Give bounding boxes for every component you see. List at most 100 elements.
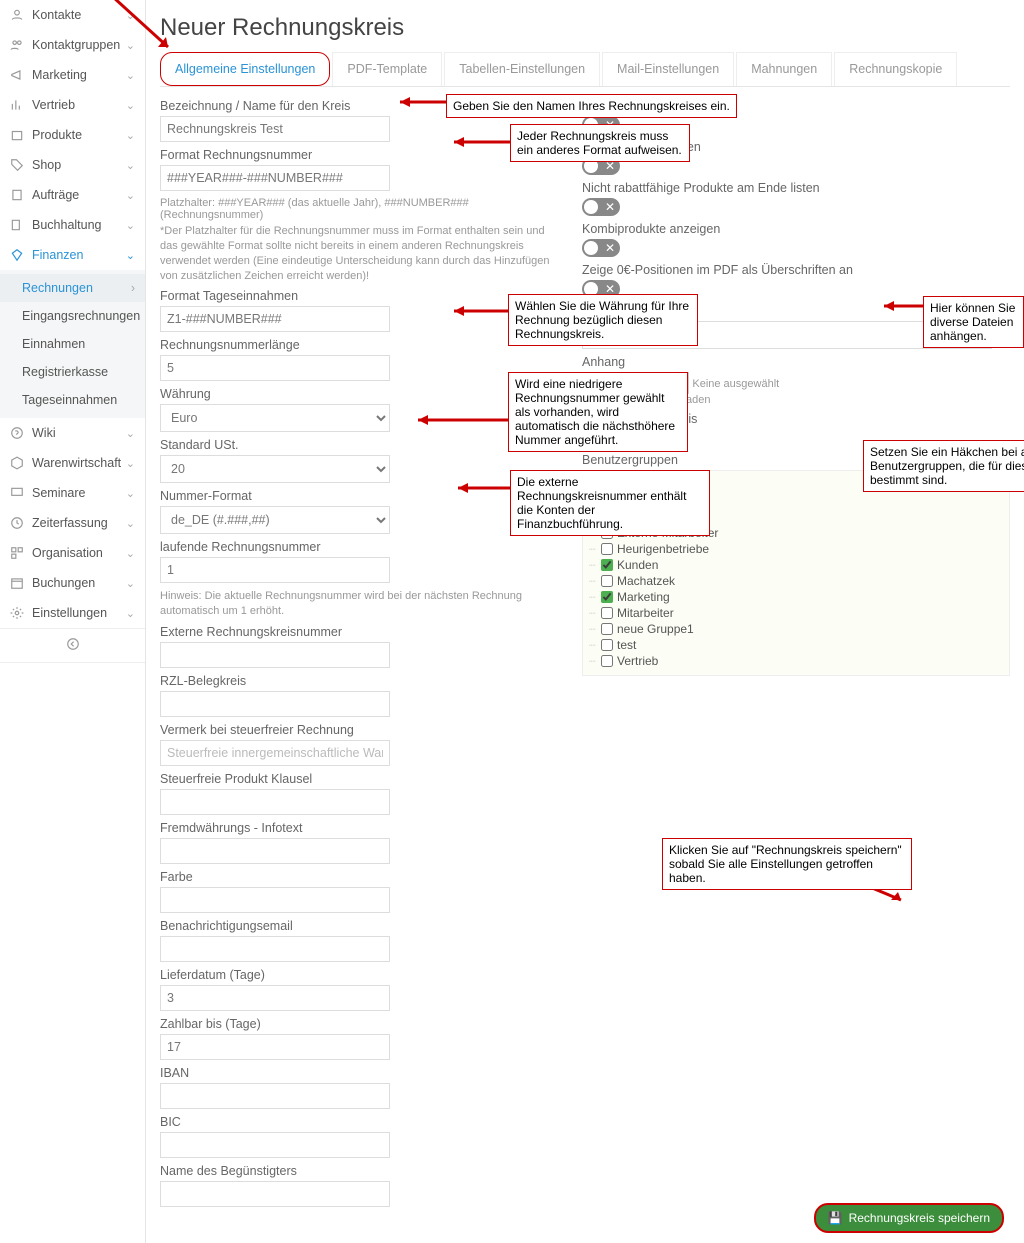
group-label: test (617, 638, 636, 652)
farbe-label: Farbe (160, 870, 560, 884)
megaphone-icon (10, 68, 24, 82)
lieferdatum-label: Lieferdatum (Tage) (160, 968, 560, 982)
diamond-icon (10, 248, 24, 262)
numfmt-select[interactable]: de_DE (#.###,##) (160, 506, 390, 534)
callout-save: Klicken Sie auf "Rechnungskreis speicher… (662, 838, 912, 890)
platzhalter-note: *Der Platzhalter für die Rechnungsnummer… (160, 224, 560, 283)
callout-name: Geben Sie den Namen Ihres Rechnungskreis… (446, 94, 737, 118)
nav-wiki[interactable]: Wiki⌄ (0, 418, 145, 448)
nav-finanzen[interactable]: Finanzen⌄ (0, 240, 145, 270)
group-checkbox[interactable] (601, 559, 613, 571)
waehrung-select[interactable]: Euro (160, 404, 390, 432)
subnav-tageseinnahmen[interactable]: Tageseinnahmen (0, 386, 145, 414)
group-checkbox[interactable] (601, 575, 613, 587)
group-label: Machatzek (617, 574, 675, 588)
callout-externe: Die externe Rechnungskreisnummer enthält… (510, 470, 710, 536)
nav-buchungen[interactable]: Buchungen⌄ (0, 568, 145, 598)
farbe-input[interactable] (160, 887, 390, 913)
nav-einstellungen[interactable]: Einstellungen⌄ (0, 598, 145, 628)
nav-zeiterfassung[interactable]: Zeiterfassung⌄ (0, 508, 145, 538)
nav-seminare[interactable]: Seminare⌄ (0, 478, 145, 508)
kombi-label: Kombiprodukte anzeigen (582, 222, 1010, 236)
group-checkbox[interactable] (601, 591, 613, 603)
email-input[interactable] (160, 936, 390, 962)
format-input[interactable] (160, 165, 390, 191)
annotation-arrow (450, 480, 510, 499)
nav-vertrieb[interactable]: Vertrieb⌄ (0, 90, 145, 120)
annotation-arrow (108, 0, 188, 65)
format-tag-input[interactable] (160, 306, 390, 332)
annotation-arrow (446, 134, 510, 153)
group-label: Marketing (617, 590, 670, 604)
subnav-einnahmen[interactable]: Einnahmen (0, 330, 145, 358)
save-button[interactable]: 💾 Rechnungskreis speichern (814, 1203, 1004, 1233)
ust-label: Standard USt. (160, 438, 560, 452)
callout-nummer: Wird eine niedrigere Rechnungsnummer gew… (508, 372, 688, 452)
tabs: Allgemeine Einstellungen PDF-Template Ta… (160, 52, 1010, 87)
laufende-input[interactable] (160, 557, 390, 583)
rzl-label: RZL-Belegkreis (160, 674, 560, 688)
tag-icon (10, 158, 24, 172)
[interactable] (160, 1181, 390, 1207)
tab-kopie[interactable]: Rechnungskopie (834, 52, 957, 86)
zahlbar-input[interactable] (160, 1034, 390, 1060)
bezeichnung-input[interactable] (160, 116, 390, 142)
group-label: Kunden (617, 558, 658, 572)
iban-label: IBAN (160, 1066, 560, 1080)
callout-groups: Setzen Sie ein Häkchen bei allen Benutze… (863, 440, 1024, 492)
externe-label: Externe Rechnungskreisnummer (160, 625, 560, 639)
main-content: Neuer Rechnungskreis Allgemeine Einstell… (146, 0, 1024, 1243)
callout-currency: Wählen Sie die Währung für Ihre Rechnung… (508, 294, 698, 346)
lieferdatum-input[interactable] (160, 985, 390, 1011)
group-label: Vertrieb (617, 654, 658, 668)
person-icon (10, 8, 24, 22)
sidebar: Kontakte⌄ Kontaktgruppen⌄ Marketing⌄ Ver… (0, 0, 146, 1243)
book-icon (10, 218, 24, 232)
save-icon: 💾 (828, 1211, 843, 1225)
subnav-registrierkasse[interactable]: Registrierkasse (0, 358, 145, 386)
cube-icon (10, 456, 24, 470)
tab-pdf[interactable]: PDF-Template (332, 52, 442, 86)
email-label: Benachrichtigungsemail (160, 919, 560, 933)
group-checkbox[interactable] (601, 655, 613, 667)
vermerk-input[interactable] (160, 740, 390, 766)
nav-shop[interactable]: Shop⌄ (0, 150, 145, 180)
monitor-icon (10, 486, 24, 500)
kombi-toggle[interactable]: ✕ (582, 239, 620, 257)
nav-buchhaltung[interactable]: Buchhaltung⌄ (0, 210, 145, 240)
name-label: Name des Begünstigters (160, 1164, 560, 1178)
nav-auftraege[interactable]: Aufträge⌄ (0, 180, 145, 210)
annotation-arrow (410, 412, 508, 431)
anhang-label: Anhang (582, 355, 1010, 369)
fremd-input[interactable] (160, 838, 390, 864)
nav-organisation[interactable]: Organisation⌄ (0, 538, 145, 568)
tab-tabellen[interactable]: Tabellen-Einstellungen (444, 52, 600, 86)
subnav-rechnungen[interactable]: Rechnungen › (0, 274, 145, 302)
ust-select[interactable]: 20 (160, 455, 390, 483)
group-checkbox[interactable] (601, 639, 613, 651)
file-none-text: Keine ausgewählt (692, 378, 779, 390)
rabatt-label: Nicht rabattfähige Produkte am Ende list… (582, 181, 1010, 195)
rzl-input[interactable] (160, 691, 390, 717)
nav-produkte[interactable]: Produkte⌄ (0, 120, 145, 150)
group-label: neue Gruppe1 (617, 622, 694, 636)
tab-mahnungen[interactable]: Mahnungen (736, 52, 832, 86)
nummerlaenge-input[interactable] (160, 355, 390, 381)
group-checkbox[interactable] (601, 607, 613, 619)
rabatt-toggle[interactable]: ✕ (582, 198, 620, 216)
group-checkbox[interactable] (601, 543, 613, 555)
klausel-input[interactable] (160, 789, 390, 815)
tab-mail[interactable]: Mail-Einstellungen (602, 52, 734, 86)
group-label: Heurigenbetriebe (617, 542, 709, 556)
bic-input[interactable] (160, 1132, 390, 1158)
group-checkbox[interactable] (601, 623, 613, 635)
subnav-finanzen: Rechnungen › Eingangsrechnungen Einnahme… (0, 270, 145, 418)
nav-warenwirtschaft[interactable]: Warenwirtschaft⌄ (0, 448, 145, 478)
subnav-eingangsrechnungen[interactable]: Eingangsrechnungen (0, 302, 145, 330)
externe-input[interactable] (160, 642, 390, 668)
annotation-arrow (876, 298, 924, 317)
collapse-sidebar-icon[interactable] (0, 628, 145, 663)
gear-icon (10, 606, 24, 620)
vermerk-label: Vermerk bei steuerfreier Rechnung (160, 723, 560, 737)
iban-input[interactable] (160, 1083, 390, 1109)
